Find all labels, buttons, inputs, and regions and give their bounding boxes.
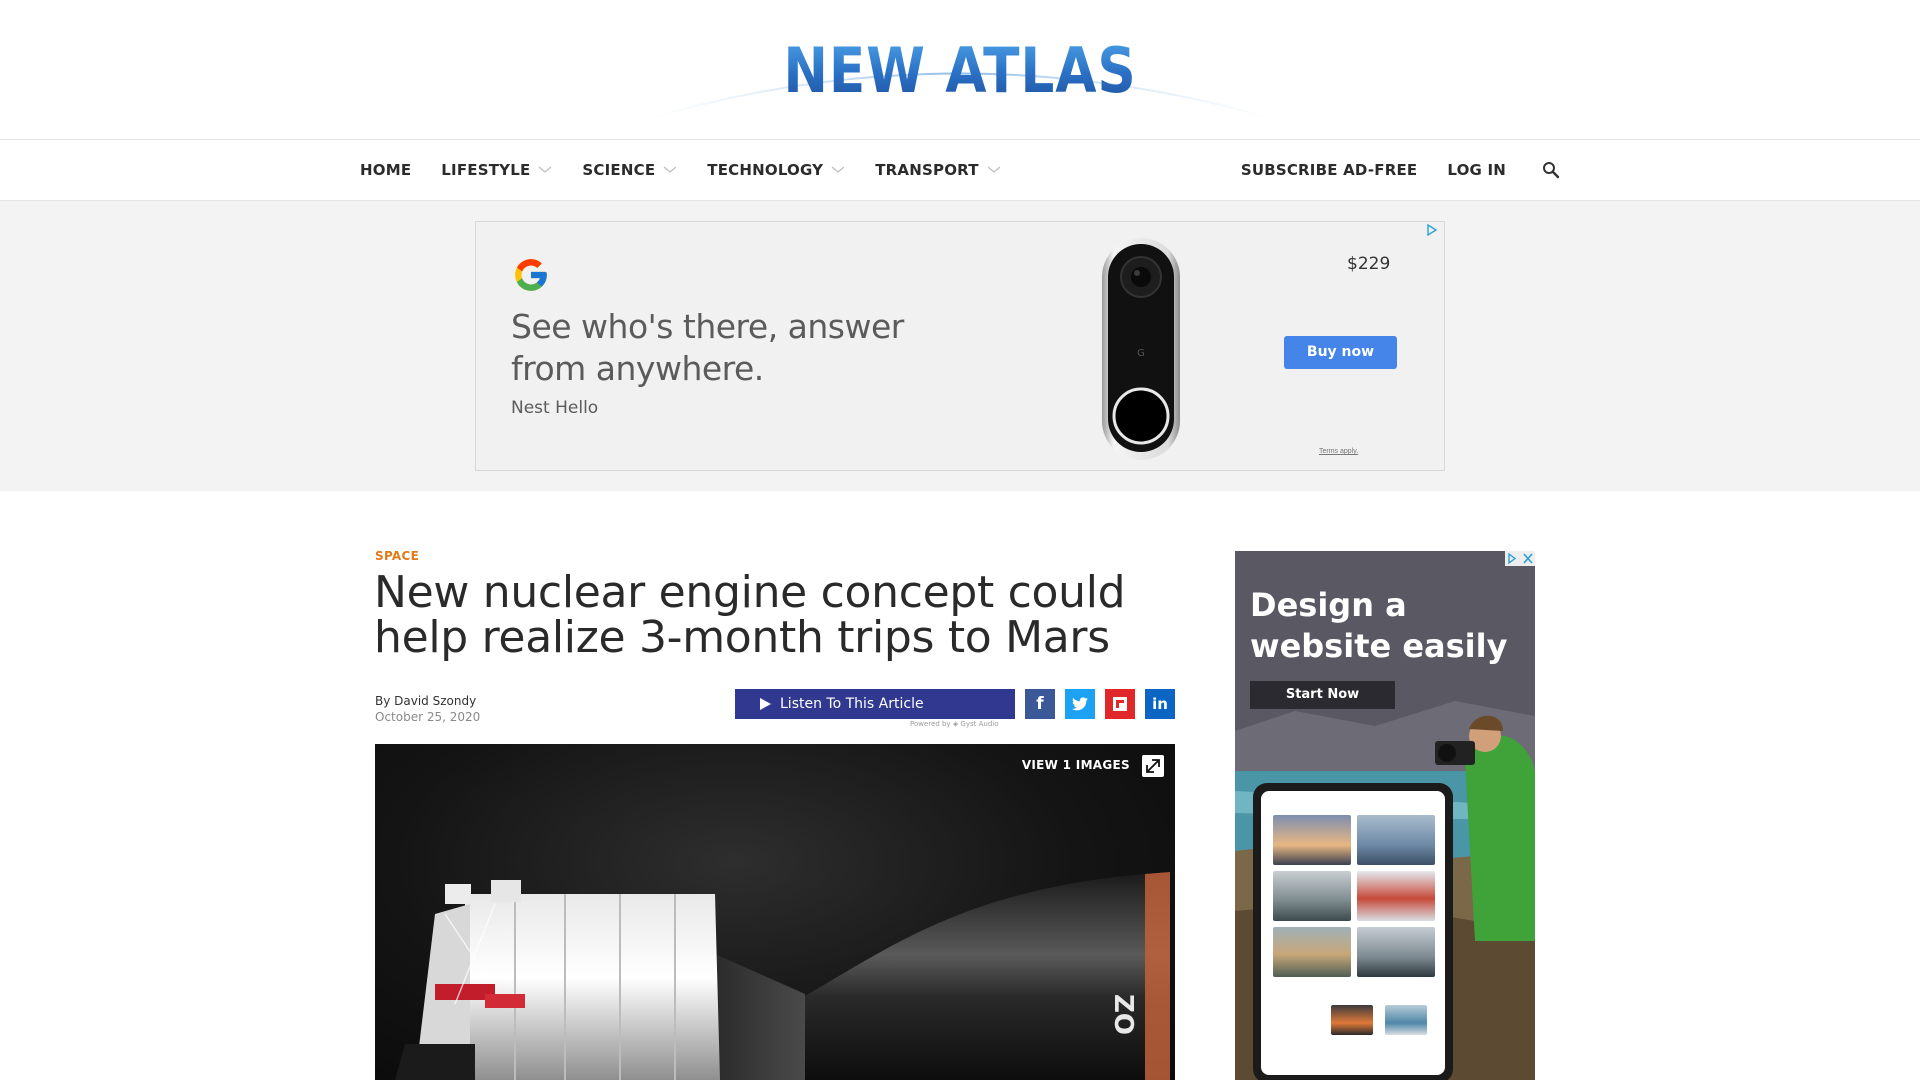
start-now-button[interactable]: Start Now bbox=[1250, 681, 1395, 709]
chevron-down-icon bbox=[831, 166, 845, 173]
sidebar-ad-headline: Design a website easily bbox=[1250, 586, 1508, 665]
play-icon bbox=[760, 698, 771, 710]
chevron-down-icon bbox=[987, 166, 1001, 173]
subscribe-ad-free-link[interactable]: SUBSCRIBE AD-FREE bbox=[1241, 161, 1418, 179]
gallery-thumb bbox=[1273, 927, 1351, 977]
nav-item-label: SCIENCE bbox=[582, 161, 656, 179]
gallery-thumb bbox=[1385, 1005, 1427, 1035]
tablet-mockup bbox=[1253, 783, 1453, 1080]
buy-now-button[interactable]: Buy now bbox=[1284, 336, 1397, 369]
svg-text:G: G bbox=[1137, 348, 1145, 359]
nav-item-transport[interactable]: TRANSPORT bbox=[875, 161, 1001, 179]
twitter-icon bbox=[1072, 697, 1088, 711]
article-headline: New nuclear engine concept could help re… bbox=[374, 567, 1126, 663]
author-link[interactable]: By David Szondy bbox=[375, 694, 476, 708]
share-linkedin-button[interactable]: in bbox=[1145, 689, 1175, 719]
listen-to-article-button[interactable]: Listen To This Article bbox=[735, 689, 1015, 719]
nav-item-technology[interactable]: TECHNOLOGY bbox=[707, 161, 845, 179]
adchoices-icon[interactable] bbox=[1505, 551, 1535, 566]
adchoices-icon[interactable] bbox=[1426, 224, 1438, 236]
nav-item-label: LIFESTYLE bbox=[441, 161, 531, 179]
nav-item-lifestyle[interactable]: LIFESTYLE bbox=[441, 161, 552, 179]
powered-by-label: Powered by bbox=[910, 720, 951, 728]
gallery-thumb bbox=[1357, 927, 1435, 977]
gallery-thumb bbox=[1357, 815, 1435, 865]
share-twitter-button[interactable] bbox=[1065, 689, 1095, 719]
view-images-label[interactable]: VIEW 1 IMAGES bbox=[1022, 758, 1130, 772]
logo-text: NEW ATLAS bbox=[685, 34, 1235, 107]
ad-headline: See who's there, answer from anywhere. bbox=[511, 307, 904, 388]
gallery-thumb bbox=[1331, 1005, 1373, 1035]
gallery-thumb bbox=[1273, 815, 1351, 865]
listen-label: Listen To This Article bbox=[780, 696, 924, 712]
nav-secondary: SUBSCRIBE AD-FREE LOG IN bbox=[1211, 140, 1560, 200]
powered-by-text: Powered by ◈ Gyst Audio bbox=[910, 720, 999, 728]
expand-icon[interactable] bbox=[1141, 754, 1165, 778]
rocket-engine-illustration: ZO bbox=[395, 872, 1170, 1080]
main-nav: HOME LIFESTYLE SCIENCE TECHNOLOGY TRANSP… bbox=[0, 139, 1920, 201]
gallery-thumb bbox=[1273, 871, 1351, 921]
terms-link[interactable]: Terms apply. bbox=[1319, 448, 1358, 455]
masthead: NEW ATLAS bbox=[0, 0, 1920, 139]
nav-item-label: TRANSPORT bbox=[875, 161, 979, 179]
nav-item-label: TECHNOLOGY bbox=[707, 161, 824, 179]
ad-price: $229 bbox=[1347, 254, 1391, 274]
flipboard-icon bbox=[1113, 697, 1127, 711]
nav-item-label: HOME bbox=[360, 161, 412, 179]
google-logo-icon bbox=[515, 259, 547, 291]
svg-text:ZO: ZO bbox=[1108, 994, 1138, 1035]
log-in-link[interactable]: LOG IN bbox=[1447, 161, 1506, 179]
doorbell-product-image: G bbox=[1102, 238, 1180, 460]
chevron-down-icon bbox=[663, 166, 677, 173]
nav-item-science[interactable]: SCIENCE bbox=[582, 161, 677, 179]
ad-brand: Nest Hello bbox=[511, 398, 599, 418]
share-facebook-button[interactable]: f bbox=[1025, 689, 1055, 719]
chevron-down-icon bbox=[539, 166, 552, 173]
linkedin-icon: in bbox=[1152, 695, 1168, 713]
sidebar-ad[interactable]: Design a website easily Start Now bbox=[1235, 551, 1535, 1080]
article-category[interactable]: SPACE bbox=[375, 549, 419, 563]
gallery-thumb bbox=[1357, 871, 1435, 921]
powered-by-brand: Gyst Audio bbox=[960, 720, 999, 728]
article-byline: By David Szondy bbox=[375, 694, 476, 708]
nav-primary: HOME LIFESTYLE SCIENCE TECHNOLOGY TRANSP… bbox=[360, 140, 1031, 200]
hero-image[interactable]: ZO VIEW 1 IMAGES bbox=[375, 744, 1175, 1080]
nav-item-home[interactable]: HOME bbox=[360, 161, 411, 179]
search-icon[interactable] bbox=[1542, 161, 1560, 179]
share-flipboard-button[interactable] bbox=[1105, 689, 1135, 719]
leaderboard-ad[interactable]: See who's there, answer from anywhere. N… bbox=[475, 221, 1445, 471]
tablet-screen bbox=[1261, 791, 1445, 1075]
facebook-icon: f bbox=[1036, 694, 1044, 714]
site-logo[interactable]: NEW ATLAS bbox=[640, 26, 1280, 126]
article-date: October 25, 2020 bbox=[375, 710, 481, 724]
